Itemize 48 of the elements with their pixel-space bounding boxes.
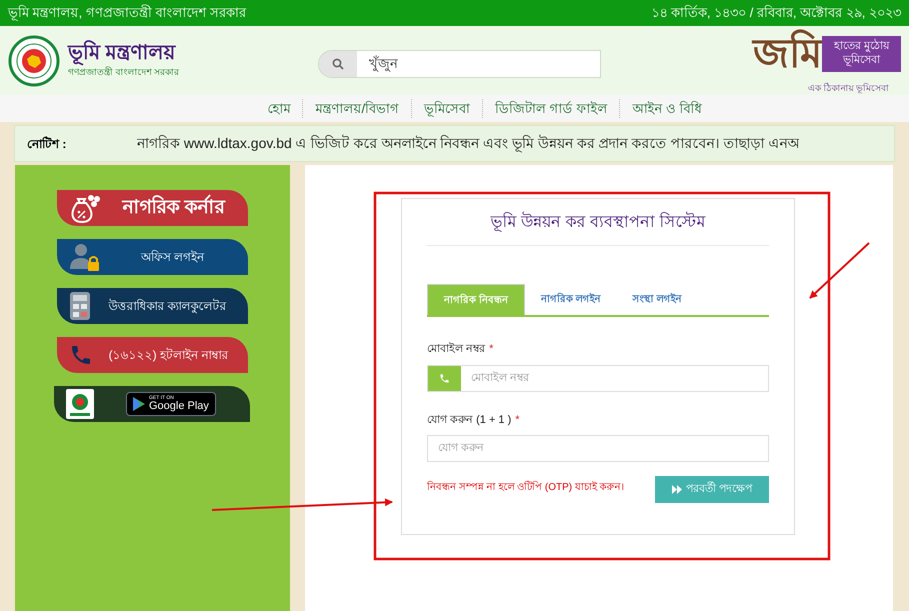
sidebar-item[interactable]: অফিস লগইন bbox=[57, 239, 248, 275]
ministry-name: ভূমি মন্ত্রণালয় bbox=[68, 41, 177, 66]
input-field[interactable]: মোবাইল নম্বর bbox=[427, 364, 769, 392]
badge-title: Google Play bbox=[149, 401, 209, 412]
sidebar-item-label: নাগরিক কর্নার bbox=[120, 194, 226, 220]
nav-link[interactable]: ডিজিটাল গার্ড ফাইল bbox=[482, 98, 620, 118]
search-icon bbox=[332, 58, 344, 70]
nav-link[interactable]: ভূমিসেবা bbox=[411, 98, 482, 118]
nav-link[interactable]: আইন ও বিধি bbox=[619, 98, 714, 118]
sidebar-item[interactable]: নাগরিক কর্নার bbox=[57, 190, 248, 226]
site-title: ভূমি মন্ত্রণালয়, গণপ্রজাতন্ত্রী বাংলাদেশ সরকার bbox=[8, 4, 246, 23]
sidebar-item[interactable]: (১৬১২২) হটলাইন নাম্বার bbox=[57, 337, 248, 373]
sidebar-item-label: (১৬১২২) হটলাইন নাম্বার bbox=[108, 346, 230, 364]
tagline-text: ভূমিসেবা bbox=[842, 54, 880, 68]
field-label: যোগ করুন (1 + 1 ) bbox=[427, 412, 512, 428]
sidebar-item-label: উত্তরাধিকার ক্যালকুলেটর bbox=[107, 298, 228, 315]
otp-note: নিবন্ধন সম্পন্ন না হলে ওটিপি (OTP) যাচাই করুন। bbox=[427, 480, 625, 495]
user-lock-icon bbox=[69, 242, 101, 272]
app-logo-icon bbox=[66, 389, 94, 419]
form-tab[interactable]: সংস্থা লগইন bbox=[616, 284, 698, 315]
sidebar-item[interactable]: উত্তরাধিকার ক্যালকুলেটর bbox=[57, 288, 248, 324]
form-tab[interactable]: নাগরিক লগইন bbox=[524, 284, 617, 315]
text-input[interactable]: যোগ করুন bbox=[428, 436, 768, 461]
double-play-icon bbox=[672, 485, 682, 494]
ministry-subtitle: গণপ্রজাতন্ত্রী বাংলাদেশ সরকার bbox=[68, 66, 180, 80]
search-field[interactable]: খুঁজুন bbox=[318, 50, 601, 78]
calculator-icon bbox=[69, 291, 91, 321]
emblem-icon bbox=[8, 34, 60, 86]
tagline-text: হাতের মুঠোয় bbox=[834, 40, 889, 53]
search-input[interactable]: খুঁজুন bbox=[357, 54, 600, 74]
form-title: ভূমি উন্নয়ন কর ব্যবস্থাপনা সিস্টেম bbox=[427, 199, 769, 246]
field-label: মোবাইল নম্বর bbox=[427, 341, 486, 357]
required-mark: * bbox=[515, 412, 520, 428]
nav-link[interactable]: হোম bbox=[255, 98, 302, 118]
date-text: ১৪ কার্তিক, ১৪৩০ / রবিবার, অক্টোবর ২৯, ২০২৩ bbox=[651, 4, 901, 22]
play-triangle-icon bbox=[133, 397, 145, 411]
phone-icon bbox=[69, 343, 93, 367]
required-mark: * bbox=[489, 342, 494, 357]
notice-label: নোটিশ : bbox=[27, 135, 68, 152]
money-bag-icon bbox=[69, 193, 103, 223]
phone-icon bbox=[439, 372, 450, 384]
notice-text: নাগরিক www.ldtax.gov.bd এ ভিজিট করে অনলাইনে নিবন্ধন এবং ভূমি উন্নয়ন কর প্রদান করতে পারবেন। তাছাড়া এনঅ bbox=[137, 134, 800, 154]
text-input[interactable]: মোবাইল নম্বর bbox=[461, 366, 768, 390]
brand-slogan: এক ঠিকানায় ভূমিসেবা bbox=[808, 82, 889, 96]
brand-wordmark: জমি bbox=[752, 26, 822, 82]
sidebar-item-label: অফিস লগইন bbox=[140, 249, 206, 266]
nav-link[interactable]: মন্ত্রণালয়/বিভাগ bbox=[302, 98, 412, 118]
annotation-arrow bbox=[809, 242, 870, 299]
